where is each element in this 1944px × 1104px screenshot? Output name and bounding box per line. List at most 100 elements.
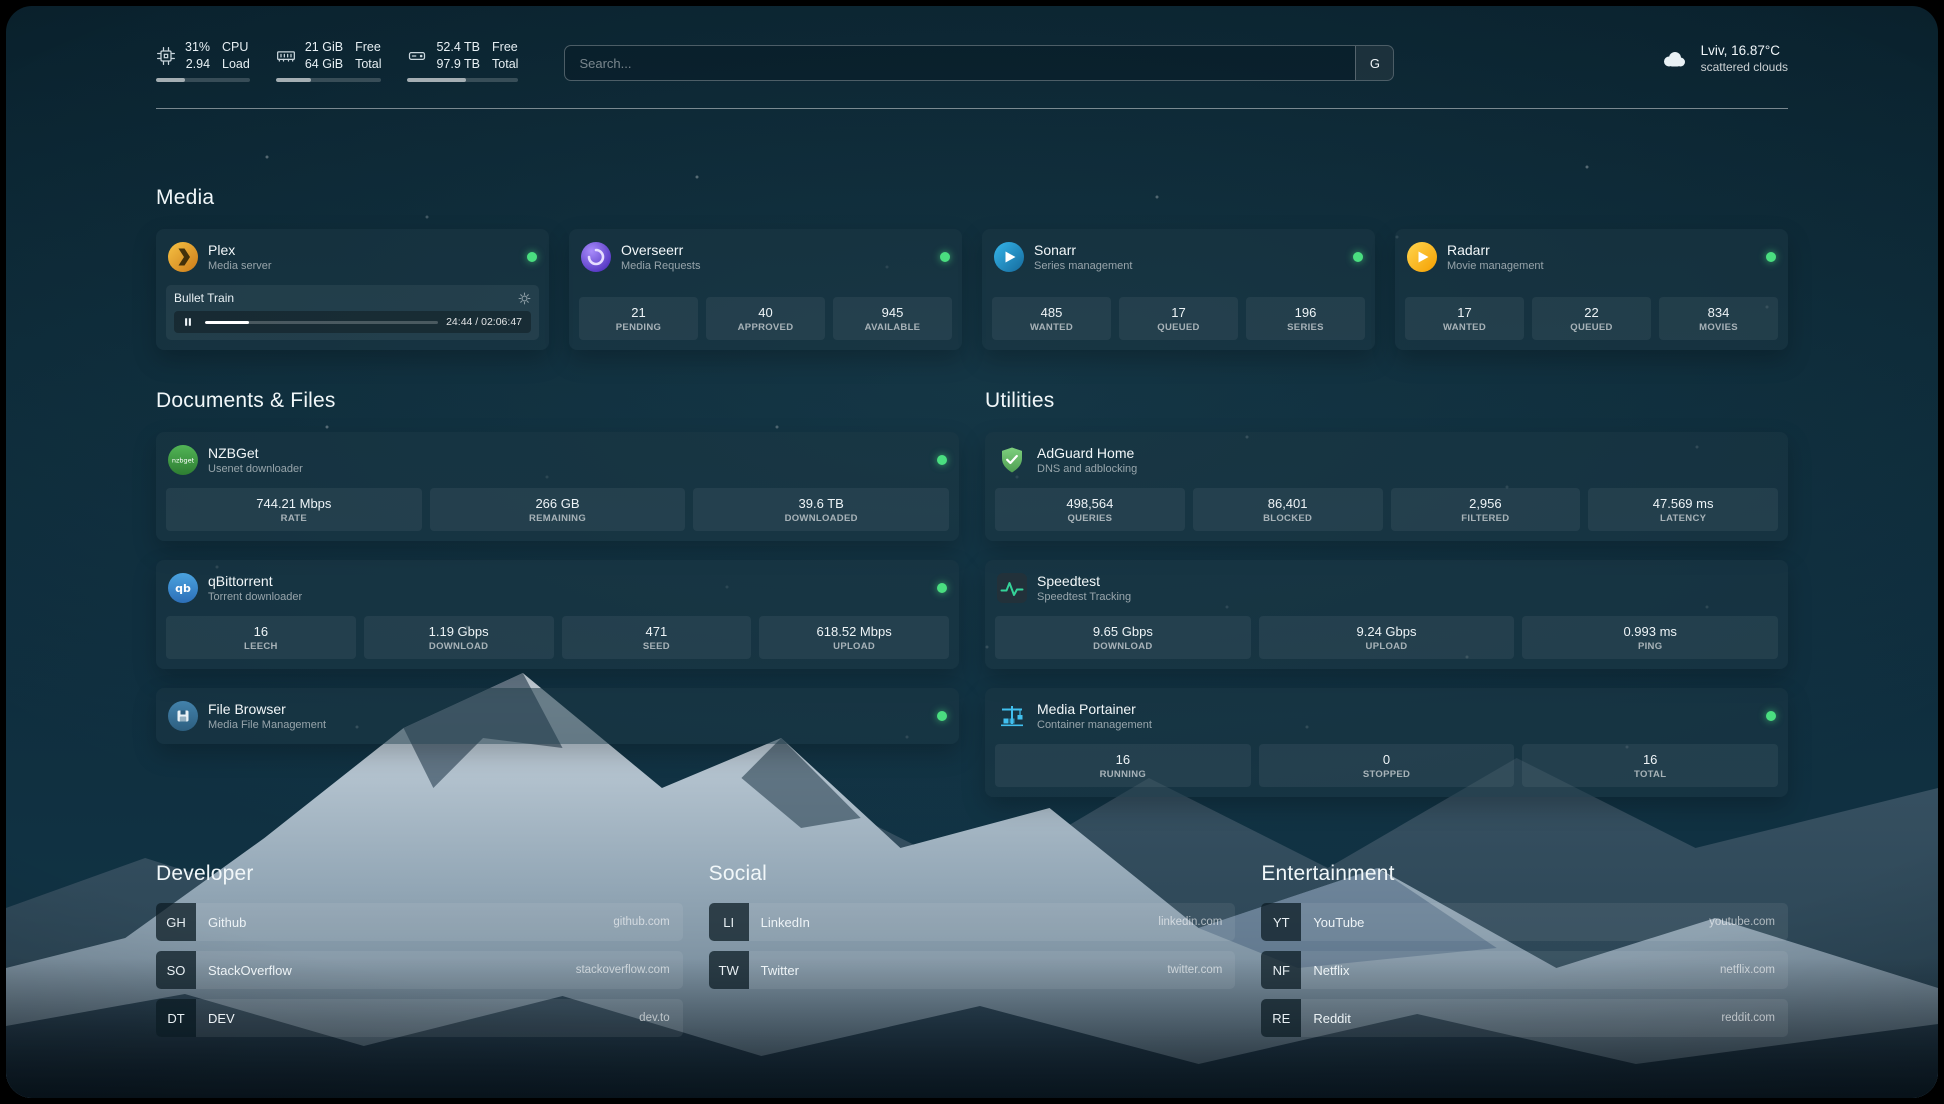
- stat-queued: 22 QUEUED: [1532, 297, 1651, 340]
- memory-free-value: 21 GiB: [305, 40, 343, 56]
- service-name: Overseerr: [621, 242, 701, 259]
- bookmark-domain: netflix.com: [1720, 964, 1788, 976]
- bookmark-twitter[interactable]: TW Twitter twitter.com: [709, 951, 1236, 989]
- bookmark-group-developer: Developer GH Github github.com SO StackO…: [156, 859, 683, 1037]
- now-playing-title: Bullet Train: [174, 291, 234, 305]
- stat-label: DOWNLOAD: [997, 641, 1249, 652]
- dashboard-content: 31% 2.94 CPU Load: [156, 6, 1788, 1037]
- service-card-filebrowser[interactable]: File Browser Media File Management: [156, 688, 959, 744]
- service-card-qbittorrent[interactable]: qb qBittorrent Torrent downloader: [156, 560, 959, 669]
- stat-total: 16 TOTAL: [1522, 744, 1778, 787]
- stat-blocked: 86,401 BLOCKED: [1193, 488, 1383, 531]
- stat-value: 196: [1248, 305, 1363, 320]
- bookmark-abbr: NF: [1261, 951, 1301, 989]
- snow-particles: [6, 6, 8, 8]
- stat-value: 40: [708, 305, 823, 320]
- bookmark-linkedin[interactable]: LI LinkedIn linkedin.com: [709, 903, 1236, 941]
- service-card-adguard[interactable]: AdGuard Home DNS and adblocking 498,564 …: [985, 432, 1788, 541]
- service-name: Plex: [208, 242, 272, 259]
- stat-label: RATE: [168, 513, 420, 524]
- stat-value: 47.569 ms: [1590, 496, 1776, 511]
- stat-approved: 40 APPROVED: [706, 297, 825, 340]
- disk-icon: [407, 46, 427, 66]
- bookmark-domain: twitter.com: [1167, 964, 1235, 976]
- sonarr-icon: [994, 242, 1024, 272]
- bookmark-name: Twitter: [749, 963, 799, 978]
- bookmark-github[interactable]: GH Github github.com: [156, 903, 683, 941]
- bookmark-abbr: TW: [709, 951, 749, 989]
- stat-value: 1.19 Gbps: [366, 624, 552, 639]
- bookmark-abbr: SO: [156, 951, 196, 989]
- service-card-portainer[interactable]: Media Portainer Container management 16 …: [985, 688, 1788, 797]
- stat-movies: 834 MOVIES: [1659, 297, 1778, 340]
- stat-value: 0.993 ms: [1524, 624, 1776, 639]
- gear-icon[interactable]: [518, 292, 531, 305]
- service-desc: Movie management: [1447, 260, 1544, 272]
- search-input[interactable]: [565, 46, 1355, 80]
- stat-download: 1.19 Gbps DOWNLOAD: [364, 616, 554, 659]
- stat-value: 22: [1534, 305, 1649, 320]
- bookmark-abbr: GH: [156, 903, 196, 941]
- adguard-icon: [997, 445, 1027, 475]
- bookmark-name: YouTube: [1301, 915, 1364, 930]
- stat-value: 0: [1261, 752, 1513, 767]
- bookmark-reddit[interactable]: RE Reddit reddit.com: [1261, 999, 1788, 1037]
- stat-label: SEED: [564, 641, 750, 652]
- service-desc: Media Requests: [621, 260, 701, 272]
- stat-value: 834: [1661, 305, 1776, 320]
- bookmark-domain: youtube.com: [1709, 916, 1788, 928]
- bookmark-domain: linkedin.com: [1158, 916, 1235, 928]
- stat-series: 196 SERIES: [1246, 297, 1365, 340]
- stat-value: 618.52 Mbps: [761, 624, 947, 639]
- service-card-sonarr[interactable]: Sonarr Series management 485 WANTED 17 Q…: [982, 229, 1375, 350]
- stat-downloaded: 39.6 TB DOWNLOADED: [693, 488, 949, 531]
- service-name: Media Portainer: [1037, 701, 1152, 718]
- disk-free-value: 52.4 TB: [436, 40, 480, 56]
- service-card-plex[interactable]: Plex Media server Bullet Train: [156, 229, 549, 350]
- bookmark-youtube[interactable]: YT YouTube youtube.com: [1261, 903, 1788, 941]
- stat-label: LATENCY: [1590, 513, 1776, 524]
- stat-value: 21: [581, 305, 696, 320]
- speedtest-icon: [997, 573, 1027, 603]
- stat-ping: 0.993 ms PING: [1522, 616, 1778, 659]
- bookmark-dev[interactable]: DT DEV dev.to: [156, 999, 683, 1037]
- service-desc: Media File Management: [208, 719, 326, 731]
- status-dot: [937, 583, 947, 593]
- bookmark-stackoverflow[interactable]: SO StackOverflow stackoverflow.com: [156, 951, 683, 989]
- bookmark-abbr: YT: [1261, 903, 1301, 941]
- service-card-nzbget[interactable]: nzbget NZBGet Usenet downloader 74: [156, 432, 959, 541]
- service-card-speedtest[interactable]: Speedtest Speedtest Tracking 9.65 Gbps D…: [985, 560, 1788, 669]
- bookmark-domain: reddit.com: [1721, 1012, 1788, 1024]
- stat-label: TOTAL: [1524, 769, 1776, 780]
- status-dot: [940, 252, 950, 262]
- service-card-radarr[interactable]: Radarr Movie management 17 WANTED 22 QUE…: [1395, 229, 1788, 350]
- cpu-load-label: Load: [222, 57, 250, 73]
- stat-label: UPLOAD: [1261, 641, 1513, 652]
- status-dot: [1353, 252, 1363, 262]
- stat-value: 16: [997, 752, 1249, 767]
- plex-icon: [168, 242, 198, 272]
- bookmark-name: Github: [196, 915, 246, 930]
- disk-total-value: 97.9 TB: [436, 57, 480, 73]
- bookmark-netflix[interactable]: NF Netflix netflix.com: [1261, 951, 1788, 989]
- search-provider-button[interactable]: G: [1355, 46, 1393, 80]
- plex-now-playing: Bullet Train: [166, 285, 539, 340]
- pause-icon[interactable]: [179, 315, 197, 329]
- bookmark-name: DEV: [196, 1011, 235, 1026]
- stat-label: MOVIES: [1661, 322, 1776, 333]
- stat-label: STOPPED: [1261, 769, 1513, 780]
- stat-value: 266 GB: [432, 496, 684, 511]
- stat-value: 17: [1407, 305, 1522, 320]
- stat-label: QUEUED: [1121, 322, 1236, 333]
- bookmark-name: Netflix: [1301, 963, 1349, 978]
- service-card-overseerr[interactable]: Overseerr Media Requests 21 PENDING 40 A…: [569, 229, 962, 350]
- svg-text:qb: qb: [175, 582, 191, 595]
- stat-value: 9.65 Gbps: [997, 624, 1249, 639]
- service-desc: Media server: [208, 260, 272, 272]
- stat-seed: 471 SEED: [562, 616, 752, 659]
- bookmark-name: Reddit: [1301, 1011, 1351, 1026]
- playback-progress[interactable]: [205, 321, 438, 324]
- bookmark-domain: github.com: [613, 916, 682, 928]
- service-name: File Browser: [208, 701, 326, 718]
- stat-label: AVAILABLE: [835, 322, 950, 333]
